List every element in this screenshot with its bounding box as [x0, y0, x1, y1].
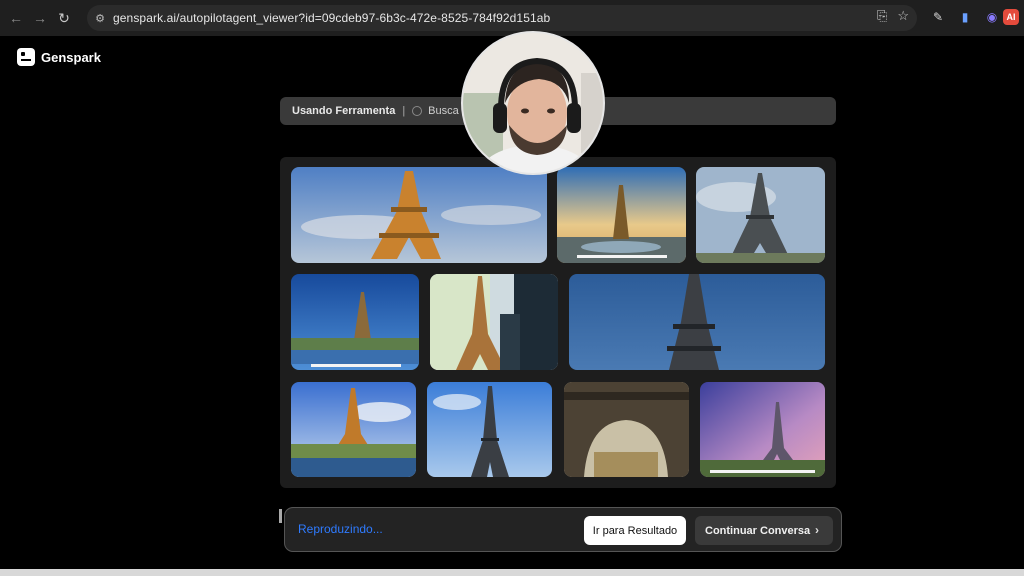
genspark-logo[interactable]: Genspark	[17, 48, 101, 66]
reload-icon[interactable]: ↻	[52, 6, 76, 30]
continue-conversation-button[interactable]: Continuar Conversa ›	[695, 516, 833, 545]
taskbar-edge	[0, 569, 1024, 576]
image-gallery	[280, 157, 836, 488]
go-to-result-button[interactable]: Ir para Resultado	[584, 516, 686, 545]
gallery-image[interactable]	[564, 382, 689, 477]
tool-separator: |	[402, 105, 406, 117]
brand-name: Genspark	[41, 49, 101, 65]
genspark-logo-icon	[17, 48, 35, 66]
site-info-icon[interactable]: ⚙	[87, 12, 113, 25]
browser-toolbar: ← → ↻ ⚙ genspark.ai/autopilotagent_viewe…	[0, 0, 1024, 36]
gallery-image[interactable]	[430, 274, 558, 370]
url-text[interactable]: genspark.ai/autopilotagent_viewer?id=09c…	[113, 11, 550, 25]
playback-bar: Reproduzindo... Ir para Resultado Contin…	[284, 507, 842, 552]
gallery-image[interactable]	[557, 167, 686, 263]
tool-usage-label: Usando Ferramenta	[292, 105, 396, 117]
gallery-image[interactable]	[291, 167, 547, 263]
continue-conversation-label: Continuar Conversa	[705, 524, 811, 537]
doc-extension-icon[interactable]: ▮	[956, 8, 974, 26]
pen-extension-icon[interactable]: ✎	[929, 8, 947, 26]
gallery-image[interactable]	[700, 382, 825, 477]
gallery-image[interactable]	[291, 274, 419, 370]
circle-extension-icon[interactable]: ◉	[983, 8, 1001, 26]
divider	[279, 509, 282, 523]
forward-icon[interactable]: →	[28, 6, 52, 30]
gallery-image[interactable]	[291, 382, 416, 477]
search-icon	[412, 106, 423, 116]
presenter-avatar	[463, 33, 603, 173]
webcam-overlay	[461, 31, 605, 175]
ai-extension-icon[interactable]: AI	[1003, 9, 1019, 25]
install-app-icon[interactable]: ⎘	[877, 8, 887, 24]
bookmark-star-icon[interactable]: ☆	[897, 8, 909, 24]
chevron-right-icon: ›	[815, 523, 819, 537]
gallery-image[interactable]	[569, 274, 825, 370]
playback-status: Reproduzindo...	[298, 522, 383, 536]
gallery-image[interactable]	[696, 167, 825, 263]
back-icon[interactable]: ←	[4, 6, 28, 30]
gallery-image[interactable]	[427, 382, 552, 477]
address-bar[interactable]: ⚙ genspark.ai/autopilotagent_viewer?id=0…	[87, 5, 917, 31]
